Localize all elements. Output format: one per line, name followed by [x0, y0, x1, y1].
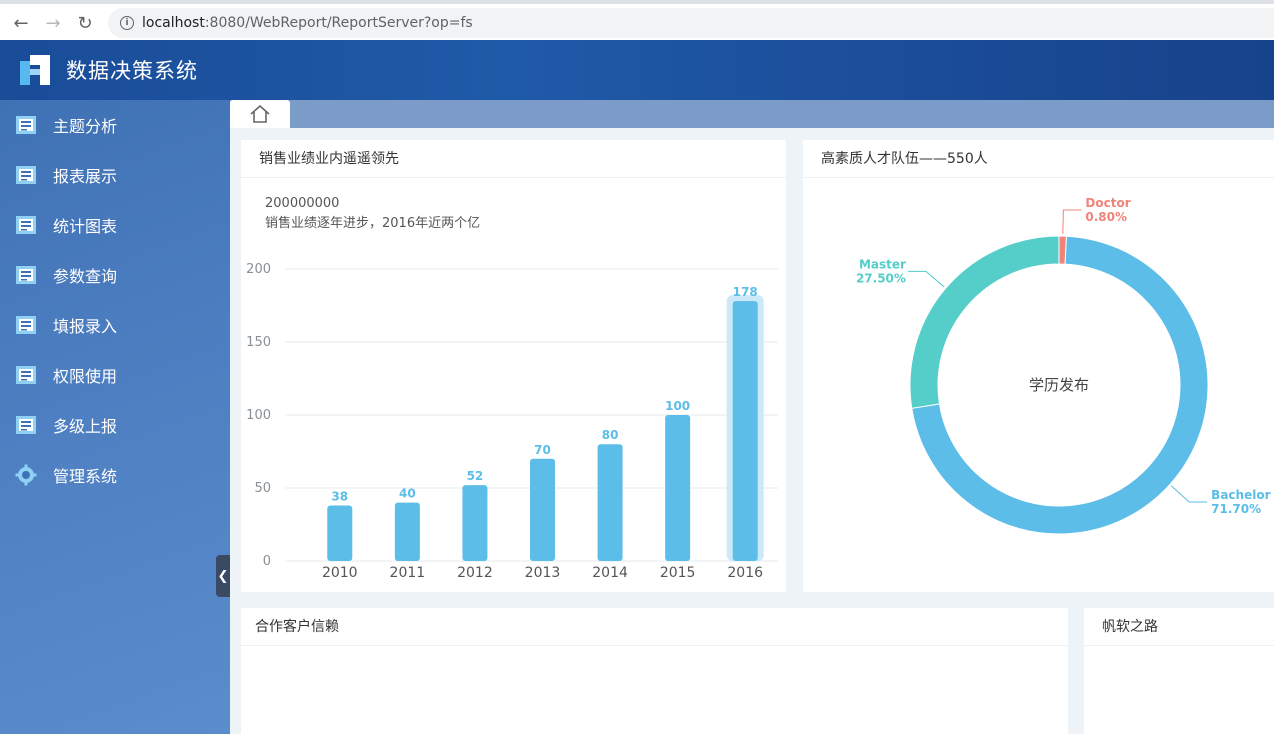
- y-tick-label: 100: [246, 408, 271, 423]
- bar[interactable]: [597, 444, 623, 561]
- sidebar-item[interactable]: 统计图表: [0, 200, 230, 250]
- info-icon[interactable]: i: [120, 16, 134, 30]
- report-icon: [15, 214, 37, 236]
- app-header: 数据决策系统: [0, 40, 1274, 100]
- sales-bar-chart: 0 50 100 150 200 38 2010 40 2011 52 2012 70 2013 80 20…: [246, 262, 778, 581]
- x-tick-label: 2013: [525, 565, 561, 581]
- sidebar-item-label: 填报录入: [53, 317, 118, 336]
- gear-icon: [15, 464, 37, 486]
- report-icon: [15, 314, 37, 336]
- bar-value-label: 80: [602, 428, 619, 442]
- sidebar-item-label: 权限使用: [53, 367, 118, 386]
- sidebar-item-label: 统计图表: [53, 217, 118, 236]
- y-tick-label: 150: [246, 335, 271, 350]
- sidebar-item[interactable]: 报表展示: [0, 150, 230, 200]
- sidebar-item[interactable]: 参数查询: [0, 250, 230, 300]
- browser-toolbar: ← → ↻ i localhost:8080/WebReport/ReportS…: [0, 0, 1274, 40]
- y-tick-label: 50: [254, 481, 271, 496]
- bar-value-label: 38: [331, 490, 348, 504]
- x-tick-label: 2010: [322, 565, 358, 581]
- slice-percent-label: 0.80%: [1085, 210, 1127, 224]
- url-host: localhost: [142, 15, 205, 31]
- address-bar[interactable]: i localhost:8080/WebReport/ReportServer?…: [108, 8, 1274, 38]
- sidebar-item-label: 多级上报: [53, 417, 118, 436]
- report-icon: [15, 414, 37, 436]
- forward-arrow-icon[interactable]: →: [40, 10, 66, 36]
- x-tick-label: 2012: [457, 565, 493, 581]
- app-logo-icon: [20, 55, 50, 85]
- slice-leader-line: [1062, 209, 1082, 235]
- slice-name-label: Bachelor: [1211, 488, 1270, 502]
- url-path: :8080/WebReport/ReportServer?op=fs: [204, 15, 473, 31]
- bar[interactable]: [327, 505, 353, 561]
- slice-leader-line: [1170, 485, 1208, 503]
- sidebar-item-label: 主题分析: [53, 117, 118, 136]
- back-arrow-icon[interactable]: ←: [8, 10, 34, 36]
- sidebar-item[interactable]: 主题分析: [0, 100, 230, 150]
- bar-value-label: 52: [467, 469, 484, 483]
- bar[interactable]: [462, 485, 488, 561]
- slice-name-label: Doctor: [1085, 196, 1130, 210]
- tab-strip: [230, 100, 1274, 128]
- bar-value-label: 178: [733, 285, 758, 299]
- bar-value-label: 40: [399, 487, 416, 501]
- clients-card-title: 合作客户信赖: [241, 608, 1068, 646]
- sidebar-item[interactable]: 多级上报: [0, 400, 230, 450]
- bar[interactable]: [394, 502, 420, 561]
- bar-value-label: 70: [534, 443, 551, 457]
- reload-icon[interactable]: ↻: [72, 10, 98, 36]
- x-tick-label: 2014: [592, 565, 628, 581]
- collapse-sidebar-button[interactable]: ❮: [216, 555, 230, 597]
- sidebar-item-label: 报表展示: [53, 167, 118, 186]
- x-tick-label: 2011: [390, 565, 426, 581]
- report-icon: [15, 114, 37, 136]
- main-area: 销售业绩业内遥遥领先 200000000 销售业绩逐年进步，2016年近两个亿 …: [230, 100, 1274, 734]
- bar[interactable]: [530, 458, 555, 561]
- x-tick-label: 2016: [727, 565, 763, 581]
- bar[interactable]: [732, 301, 758, 561]
- sales-card: 销售业绩业内遥遥领先 200000000 销售业绩逐年进步，2016年近两个亿 …: [241, 140, 786, 592]
- road-card: 帆软之路: [1084, 608, 1274, 734]
- home-icon: [250, 105, 270, 123]
- x-tick-label: 2015: [660, 565, 696, 581]
- y-tick-label: 0: [263, 554, 271, 569]
- report-icon: [15, 364, 37, 386]
- sidebar-item-label: 参数查询: [53, 267, 118, 286]
- education-donut-chart: 学历发布 Doctor0.80% Bachelor71.70% Master27.50…: [856, 196, 1271, 535]
- slice-percent-label: 27.50%: [856, 271, 906, 285]
- app-title: 数据决策系统: [66, 59, 198, 83]
- slice-name-label: Master: [859, 257, 906, 271]
- sidebar-item-label: 管理系统: [53, 467, 118, 486]
- talent-card: 高素质人才队伍——550人 学历发布 Doctor 0.80% Bachelor 71.…: [803, 140, 1274, 592]
- slice-percent-label: 71.70%: [1211, 502, 1261, 516]
- clients-card: 合作客户信赖: [241, 608, 1068, 734]
- donut-center-label: 学历发布: [1029, 376, 1089, 394]
- report-icon: [15, 264, 37, 286]
- slice-leader-line: [907, 270, 945, 288]
- road-card-title: 帆软之路: [1084, 608, 1274, 646]
- sidebar-item[interactable]: 权限使用: [0, 350, 230, 400]
- bar-value-label: 100: [665, 399, 690, 413]
- sidebar-item[interactable]: 填报录入: [0, 300, 230, 350]
- sidebar-item[interactable]: 管理系统: [0, 450, 230, 500]
- sidebar: 主题分析报表展示统计图表参数查询填报录入权限使用多级上报管理系统: [0, 100, 230, 734]
- y-tick-label: 200: [246, 262, 271, 277]
- bar[interactable]: [665, 415, 691, 561]
- report-icon: [15, 164, 37, 186]
- tab-home[interactable]: [230, 100, 290, 128]
